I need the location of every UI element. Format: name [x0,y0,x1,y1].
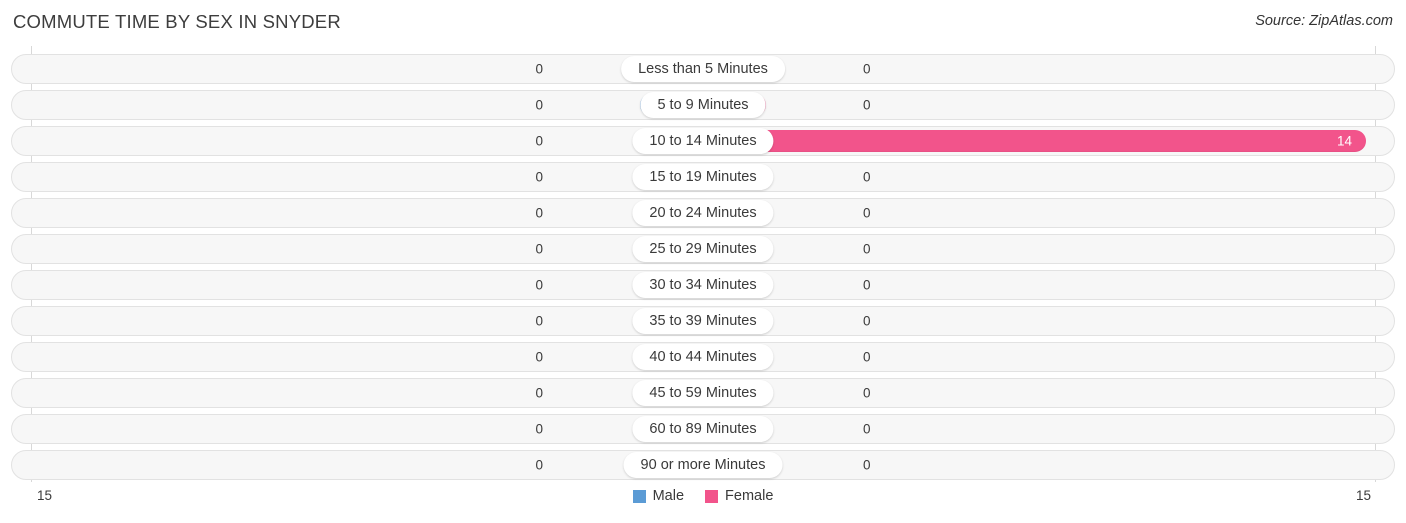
category-label: 20 to 24 Minutes [632,200,774,226]
bar-row-inner: 0 0 90 or more Minutes [12,451,1394,479]
male-value-label: 0 [535,457,543,473]
male-value-label: 0 [535,205,543,221]
chart-plot-area: 0 0 Less than 5 Minutes 0 0 5 to 9 Minutes 0 14… [0,46,1406,482]
source-credit: Source: ZipAtlas.com [1255,13,1393,29]
male-value-label: 0 [535,277,543,293]
table-row[interactable]: 0 0 60 to 89 Minutes [11,414,1395,444]
category-label: 60 to 89 Minutes [632,416,774,442]
table-row[interactable]: 0 0 20 to 24 Minutes [11,198,1395,228]
male-value-label: 0 [535,385,543,401]
category-label: 40 to 44 Minutes [632,344,774,370]
category-label: 25 to 29 Minutes [632,236,774,262]
legend-item-male[interactable]: Male [632,488,685,504]
bar-row-inner: 0 0 5 to 9 Minutes [12,91,1394,119]
female-value-label: 0 [863,385,871,401]
table-row[interactable]: 0 0 5 to 9 Minutes [11,90,1395,120]
male-value-label: 0 [535,97,543,113]
category-label: 35 to 39 Minutes [632,308,774,334]
bar-row-inner: 0 0 30 to 34 Minutes [12,271,1394,299]
female-value-label: 0 [863,205,871,221]
bar-row-inner: 0 0 40 to 44 Minutes [12,343,1394,371]
male-value-label: 0 [535,349,543,365]
page-title: COMMUTE TIME BY SEX IN SNYDER [13,11,341,32]
female-value-label: 0 [863,61,871,77]
female-value-label: 0 [863,241,871,257]
category-label: 10 to 14 Minutes [632,128,774,154]
male-value-label: 0 [535,61,543,77]
category-label: 45 to 59 Minutes [632,380,774,406]
table-row[interactable]: 0 0 Less than 5 Minutes [11,54,1395,84]
chart-legend: Male Female [0,488,1406,504]
chart-footer: 15 15 Male Female [0,482,1406,523]
female-value-label: 0 [863,457,871,473]
bar-row-inner: 0 14 10 to 14 Minutes [12,127,1394,155]
legend-swatch-icon [632,489,646,503]
category-label: 90 or more Minutes [623,452,783,478]
bar-row-inner: 0 0 45 to 59 Minutes [12,379,1394,407]
category-label: Less than 5 Minutes [621,56,785,82]
legend-label: Female [725,488,774,504]
male-value-label: 0 [535,313,543,329]
female-value-label: 0 [863,349,871,365]
female-value-label: 0 [863,421,871,437]
category-label: 30 to 34 Minutes [632,272,774,298]
legend-label: Male [652,488,685,504]
table-row[interactable]: 0 0 35 to 39 Minutes [11,306,1395,336]
female-bar[interactable]: 14 [704,130,1366,152]
bar-row-inner: 0 0 20 to 24 Minutes [12,199,1394,227]
table-row[interactable]: 0 0 40 to 44 Minutes [11,342,1395,372]
male-value-label: 0 [535,133,543,149]
table-row[interactable]: 0 14 10 to 14 Minutes [11,126,1395,156]
bar-row-inner: 0 0 35 to 39 Minutes [12,307,1394,335]
legend-item-female[interactable]: Female [705,488,773,504]
female-value-label: 0 [863,277,871,293]
category-label: 15 to 19 Minutes [632,164,774,190]
category-label: 5 to 9 Minutes [640,92,766,118]
male-value-label: 0 [535,421,543,437]
bar-row-inner: 0 0 60 to 89 Minutes [12,415,1394,443]
bar-row-inner: 0 0 15 to 19 Minutes [12,163,1394,191]
female-value-label: 0 [863,313,871,329]
legend-swatch-icon [705,489,719,503]
male-value-label: 0 [535,169,543,185]
female-value-inside-label: 14 [1336,133,1352,149]
table-row[interactable]: 0 0 45 to 59 Minutes [11,378,1395,408]
female-value-label: 0 [863,97,871,113]
female-value-label: 0 [863,169,871,185]
male-value-label: 0 [535,241,543,257]
table-row[interactable]: 0 0 30 to 34 Minutes [11,270,1395,300]
bar-row-inner: 0 0 Less than 5 Minutes [12,55,1394,83]
bar-row-inner: 0 0 25 to 29 Minutes [12,235,1394,263]
chart-header: COMMUTE TIME BY SEX IN SNYDER Source: Zi… [0,0,1406,46]
table-row[interactable]: 0 0 15 to 19 Minutes [11,162,1395,192]
table-row[interactable]: 0 0 25 to 29 Minutes [11,234,1395,264]
table-row[interactable]: 0 0 90 or more Minutes [11,450,1395,480]
